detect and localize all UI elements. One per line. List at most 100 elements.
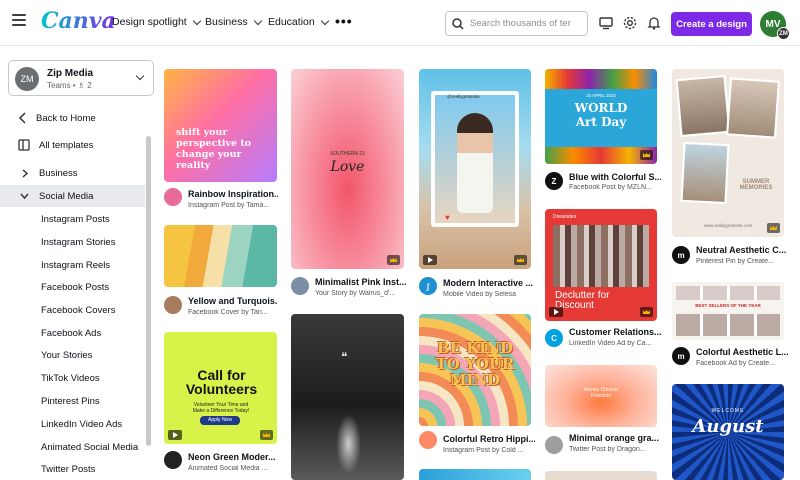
user-avatar[interactable]: MV ZM (760, 11, 790, 40)
template-grid: shift your perspective to change your re… (155, 47, 800, 480)
team-switcher[interactable]: ZM Zip Media Teams • ♗ 2 (8, 60, 154, 96)
template-title[interactable]: Neutral Aesthetic C... (696, 245, 788, 255)
creator-avatar[interactable]: Z (545, 172, 563, 190)
template-title[interactable]: Customer Relations... (569, 327, 661, 337)
creator-avatar[interactable]: m (672, 246, 690, 264)
chevron-down-icon (20, 193, 29, 200)
menu-icon[interactable] (12, 14, 26, 26)
creator-avatar[interactable]: m (672, 347, 690, 365)
color-strip-top (545, 69, 657, 89)
creator-avatar[interactable] (164, 188, 182, 206)
template-thumbnail[interactable]: SOUTHERN 22 Love (291, 69, 404, 269)
desktop-icon[interactable] (598, 15, 614, 31)
thumbnail-subtext: Volunteer Your Time and Make a Differenc… (192, 402, 250, 414)
template-thumbnail[interactable]: Dreamden Declutter for Discount (545, 209, 657, 321)
creator-avatar[interactable] (545, 436, 563, 454)
create-design-button[interactable]: Create a design (671, 12, 752, 36)
nav-label: Design spotlight (112, 16, 187, 28)
sidebar-item-all-templates[interactable]: All templates (0, 134, 145, 156)
nav-design-spotlight[interactable]: Design spotlight (112, 16, 201, 28)
template-card-world-art-day[interactable]: 15 APRIL 2022 WORLD Art Day (545, 69, 658, 164)
template-card-partial-2[interactable] (545, 471, 658, 480)
sidebar-item-social-media[interactable]: Social Media (0, 185, 145, 207)
template-card-retro-hippie[interactable]: BE KIND TO YOUR MIND (419, 314, 532, 426)
business-label: Business (39, 167, 78, 179)
back-to-home-link[interactable]: Back to Home (0, 107, 145, 129)
template-thumbnail[interactable]: 15 APRIL 2022 WORLD Art Day (545, 69, 657, 164)
template-title[interactable]: Colorful Aesthetic L... (696, 347, 788, 357)
template-thumbnail[interactable]: Money Choose Freedom (545, 365, 657, 427)
gear-icon[interactable] (622, 15, 638, 31)
template-title[interactable]: Yellow and Turquois... (188, 296, 278, 306)
template-thumbnail[interactable]: BEST SELLERS OF THE YEAR (672, 282, 784, 340)
nav-business[interactable]: Business (205, 16, 262, 28)
sidebar-item-twitter-posts[interactable]: Twitter Posts (0, 458, 145, 480)
heart-icon: ♥ (445, 213, 450, 222)
template-thumbnail[interactable] (419, 469, 531, 480)
search-input[interactable] (470, 18, 585, 29)
template-card-colorful-aesthetic[interactable]: BEST SELLERS OF THE YEAR (672, 282, 785, 340)
team-name: Zip Media (47, 68, 94, 79)
play-icon (168, 430, 182, 440)
template-thumbnail[interactable] (164, 225, 277, 287)
template-thumbnail[interactable]: BE KIND TO YOUR MIND (419, 314, 531, 426)
template-thumbnail[interactable]: Call for Volunteers Volunteer Your Time … (164, 332, 277, 444)
template-title[interactable]: Minimalist Pink Inst... (315, 277, 407, 287)
template-title[interactable]: Modern Interactive ... (443, 278, 535, 288)
template-title[interactable]: Rainbow Inspiration... (188, 189, 278, 199)
template-subtitle: Instagram Post by Cold ... (443, 447, 524, 454)
template-card-declutter[interactable]: Dreamden Declutter for Discount (545, 209, 658, 321)
creator-avatar[interactable] (164, 296, 182, 314)
creator-avatar[interactable] (164, 451, 182, 469)
sidebar-item-instagram-posts[interactable]: Instagram Posts (0, 208, 145, 230)
clothes-rack (553, 225, 649, 287)
sidebar-item-instagram-reels[interactable]: Instagram Reels (0, 254, 145, 276)
creator-avatar[interactable] (419, 431, 437, 449)
sidebar-item-tiktok-videos[interactable]: TikTok Videos (0, 367, 145, 389)
sidebar-item-animated-social-media[interactable]: Animated Social Media (0, 436, 145, 458)
bell-icon[interactable] (646, 15, 662, 31)
sidebar-item-linkedin-video-ads[interactable]: LinkedIn Video Ads (0, 413, 145, 435)
template-title[interactable]: Colorful Retro Hippi... (443, 434, 535, 444)
sidebar-scrollbar[interactable] (146, 136, 151, 446)
template-card-modern-interactive[interactable]: @reallygreatsite ♥ (419, 69, 532, 269)
canva-logo[interactable]: Canva (41, 8, 116, 34)
more-menu-button[interactable]: ••• (335, 13, 353, 29)
thumbnail-text: shift your perspective to change your re… (176, 127, 252, 171)
template-thumbnail[interactable]: WELCOME August (672, 384, 784, 480)
template-thumbnail[interactable]: SUMMER MEMORIES www.reallygreatsite.com (672, 69, 784, 237)
template-title[interactable]: Blue with Colorful S... (569, 172, 661, 182)
template-thumbnail[interactable]: ❝ (291, 314, 404, 480)
template-title[interactable]: Neon Green Moder... (188, 452, 278, 462)
template-subtitle: Facebook Cover by Tan... (188, 309, 268, 316)
template-thumbnail[interactable] (545, 471, 657, 480)
sidebar-item-facebook-posts[interactable]: Facebook Posts (0, 276, 145, 298)
template-card-dark-quote[interactable]: ❝ (291, 314, 405, 480)
nav-education[interactable]: Education (268, 16, 329, 28)
template-card-partial[interactable] (419, 469, 532, 480)
template-card-minimalist-pink[interactable]: SOUTHERN 22 Love (291, 69, 405, 269)
sidebar-item-facebook-ads[interactable]: Facebook Ads (0, 322, 145, 344)
sidebar-item-pinterest-pins[interactable]: Pinterest Pins (0, 390, 145, 412)
creator-avatar[interactable]: C (545, 329, 563, 347)
template-card-august[interactable]: WELCOME August (672, 384, 785, 480)
template-card-rainbow[interactable]: shift your perspective to change your re… (164, 69, 278, 195)
search-icon (452, 17, 464, 30)
template-thumbnail[interactable]: shift your perspective to change your re… (164, 69, 277, 182)
creator-avatar[interactable]: ∫ (419, 277, 437, 295)
sidebar-item-instagram-stories[interactable]: Instagram Stories (0, 231, 145, 253)
thumbnail-text: BE KIND TO YOUR MIND (435, 339, 515, 389)
sidebar-item-business[interactable]: Business (0, 162, 145, 184)
chevron-down-icon (192, 16, 201, 25)
template-card-yellow-turquoise[interactable] (164, 225, 278, 287)
creator-avatar[interactable] (291, 277, 309, 295)
sidebar-item-facebook-covers[interactable]: Facebook Covers (0, 299, 145, 321)
thumbnail-text: Call for Volunteers (185, 367, 258, 397)
template-card-minimal-orange[interactable]: Money Choose Freedom (545, 365, 658, 427)
template-card-neutral-aesthetic[interactable]: SUMMER MEMORIES www.reallygreatsite.com (672, 69, 785, 237)
template-card-neon-green[interactable]: Call for Volunteers Volunteer Your Time … (164, 332, 278, 445)
template-thumbnail[interactable]: @reallygreatsite ♥ (419, 69, 531, 269)
template-title[interactable]: Minimal orange gra... (569, 433, 661, 443)
thumbnail-text: Money Choose Freedom (584, 387, 618, 399)
sidebar-item-your-stories[interactable]: Your Stories (0, 344, 145, 366)
